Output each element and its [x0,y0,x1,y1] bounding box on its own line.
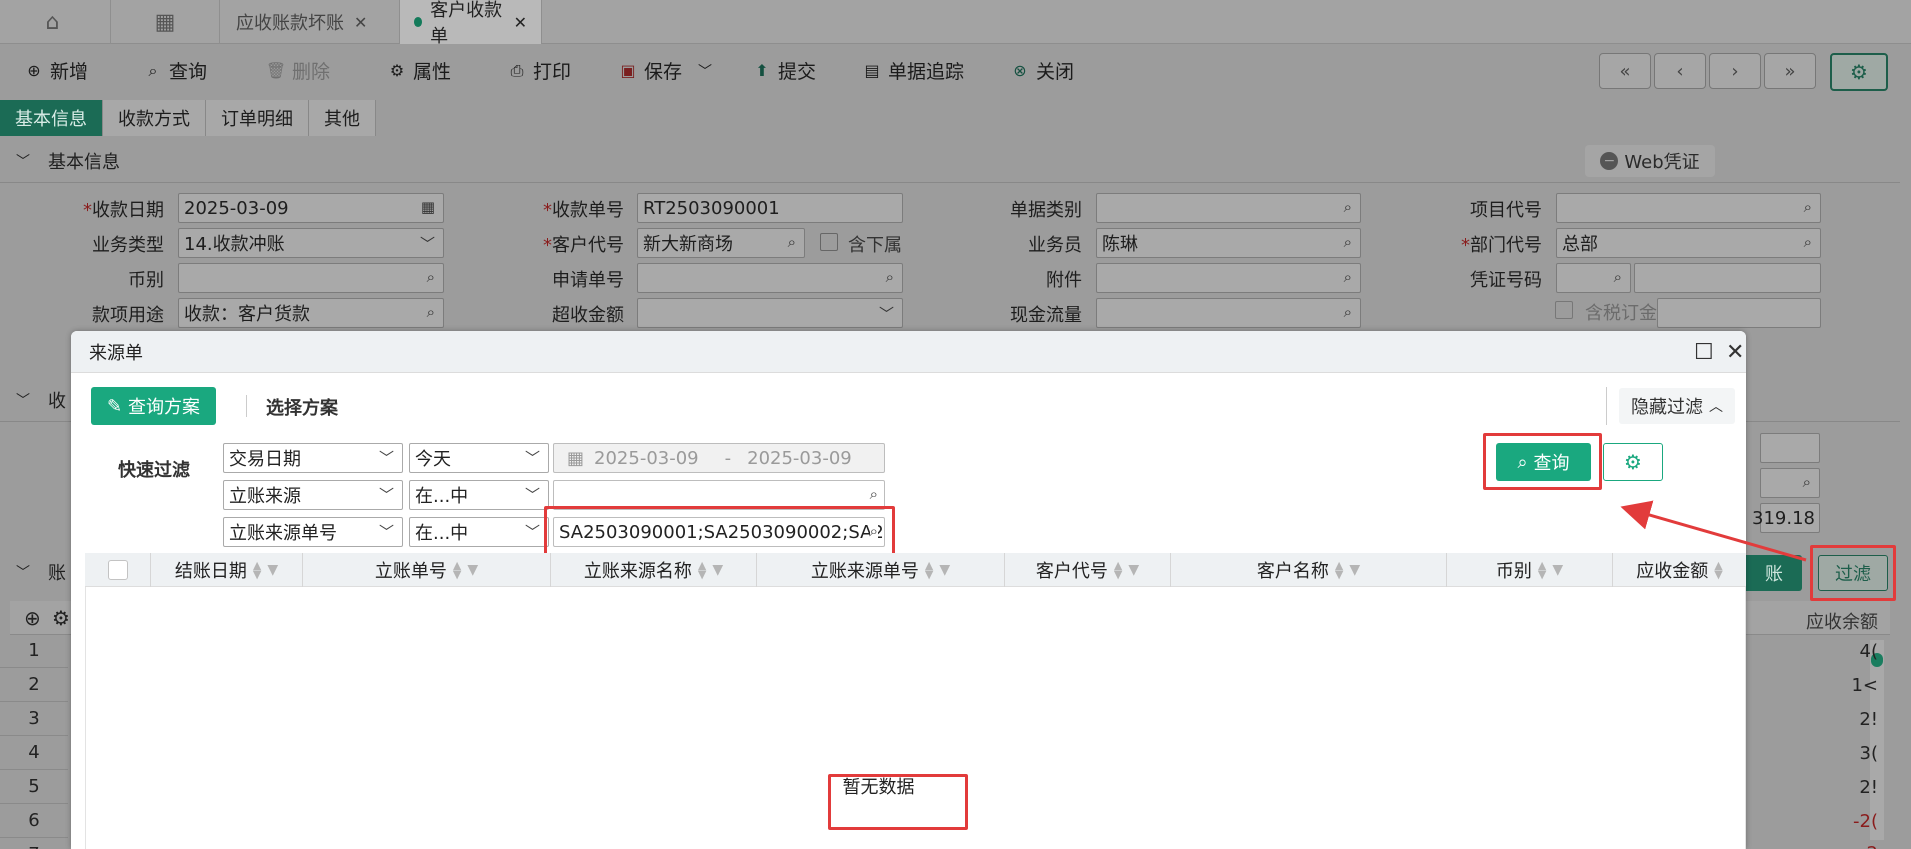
arrow-line [1620,500,1807,562]
annotation-arrow [1620,500,1807,562]
